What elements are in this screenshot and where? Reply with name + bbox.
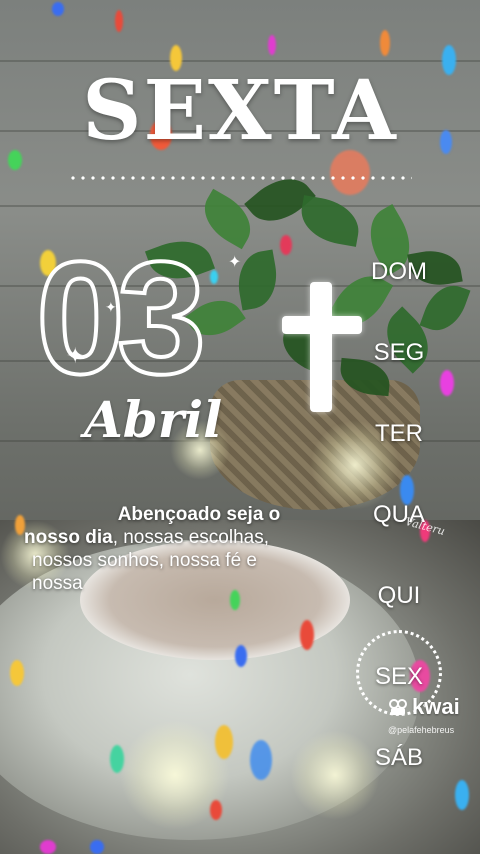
kwai-logo-icon	[389, 699, 407, 715]
weekday-ter: TER	[375, 420, 423, 447]
month-name: Abril	[84, 390, 223, 449]
weekday-sex: SEX	[374, 663, 424, 690]
creator-handle: @pelafehebreus	[388, 725, 455, 735]
message-line-1: Abençoado seja o	[117, 504, 281, 525]
weekday-qui: QUI	[377, 582, 421, 609]
blessing-message: Abençoado seja o nosso dia, nossas escol…	[24, 503, 344, 595]
weekday-sab: SÁB	[374, 744, 424, 771]
kwai-brand: kwai	[412, 694, 460, 719]
weekday-seg: SEG	[373, 339, 425, 366]
day-number: 03	[34, 228, 208, 407]
message-line-2: nosso dia, nossas escolhas,	[24, 527, 269, 548]
message-line-4: nossa	[32, 573, 83, 594]
cross-icon	[282, 282, 362, 412]
kwai-watermark: kwai	[388, 694, 460, 720]
message-line-3: nossos sonhos, nossa fé e	[32, 550, 257, 571]
weekday-title: SEXTA	[82, 63, 398, 159]
weekday-dom: DOM	[371, 258, 427, 285]
dotted-divider	[68, 176, 412, 180]
sparkle-icon: ✦	[66, 343, 85, 368]
sparkle-icon: ✦	[105, 299, 117, 315]
sparkle-icon: ✦	[228, 254, 242, 271]
